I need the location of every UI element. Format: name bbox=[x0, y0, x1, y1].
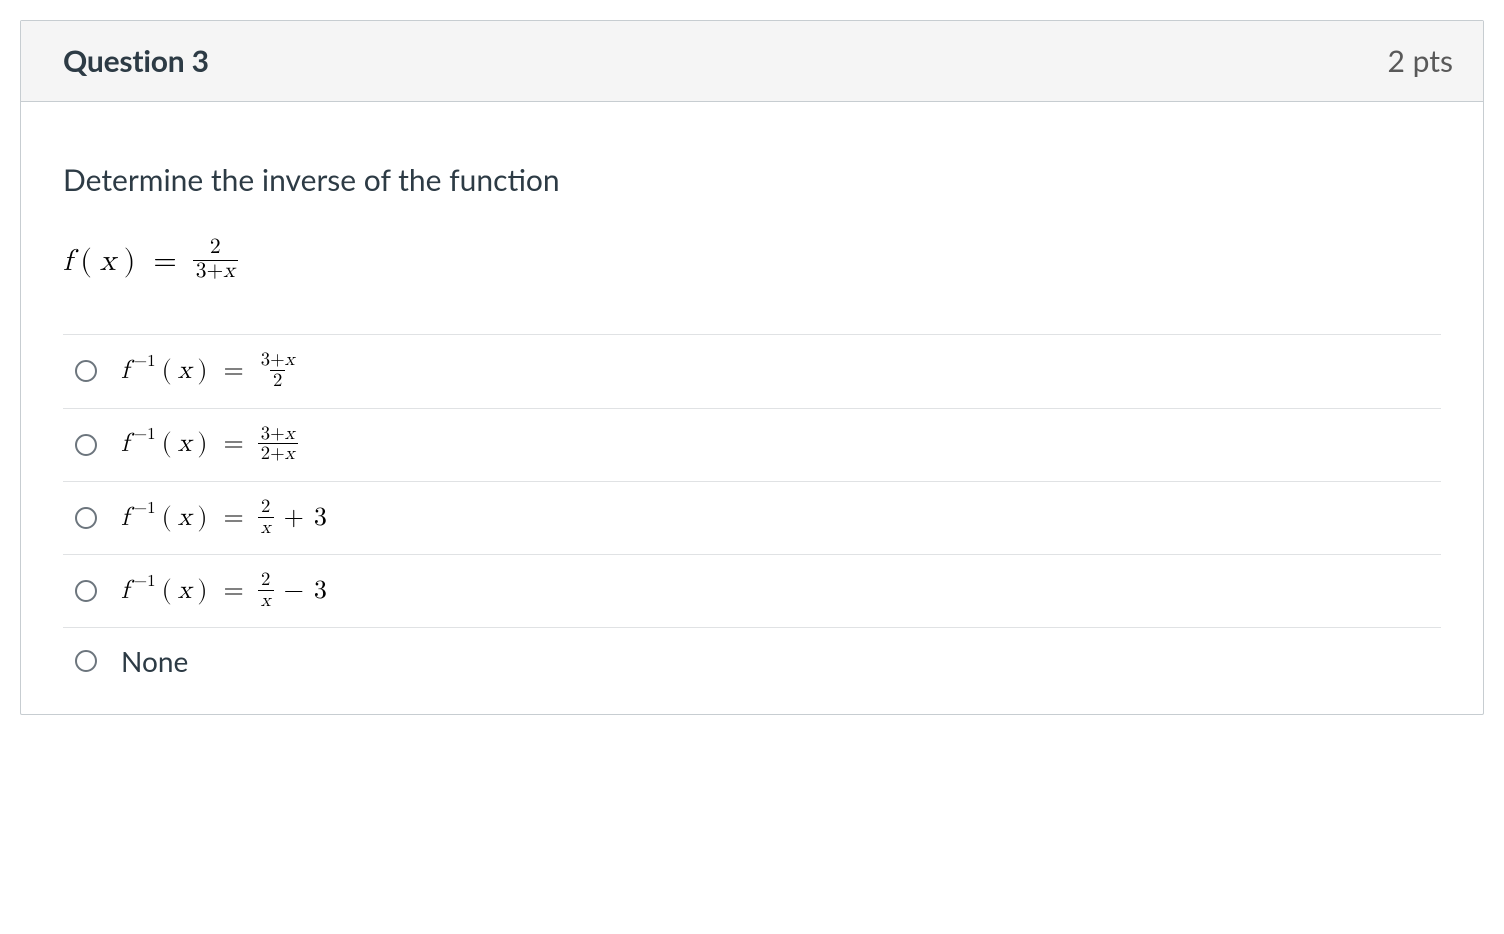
question-card: Question 3 2 pts Determine the inverse o… bbox=[20, 20, 1484, 715]
function-definition: f ( x ) = 2 3+x bbox=[63, 238, 1441, 284]
answer-option[interactable]: f−1 (x) = 3+x 2 bbox=[63, 335, 1441, 408]
answer-content: None bbox=[121, 644, 188, 678]
question-points: 2 pts bbox=[1388, 43, 1453, 79]
answer-option[interactable]: None bbox=[63, 628, 1441, 704]
radio-icon[interactable] bbox=[75, 650, 97, 672]
answer-content: f−1 (x) = 3+x 2+x bbox=[121, 425, 298, 465]
close-paren: ) bbox=[122, 243, 138, 279]
question-prompt: Determine the inverse of the function bbox=[63, 162, 1441, 198]
fraction: 2 3+x bbox=[193, 237, 238, 283]
answer-content: f−1 (x) = 3+x 2 bbox=[121, 351, 298, 391]
question-body: Determine the inverse of the function f … bbox=[21, 102, 1483, 714]
question-header: Question 3 2 pts bbox=[21, 21, 1483, 102]
fraction-numerator: 2 bbox=[207, 237, 224, 260]
function-symbol: f bbox=[63, 243, 72, 279]
radio-icon[interactable] bbox=[75, 360, 97, 382]
question-title: Question 3 bbox=[63, 43, 209, 79]
open-paren: ( bbox=[78, 243, 94, 279]
radio-icon[interactable] bbox=[75, 580, 97, 602]
fraction-denominator: 3+x bbox=[193, 260, 238, 284]
answer-content: f−1 (x) = 2 x + 3 bbox=[121, 498, 327, 538]
variable-x: x bbox=[100, 243, 116, 279]
answer-option[interactable]: f−1 (x) = 2 x − 3 bbox=[63, 555, 1441, 628]
equals-sign: = bbox=[143, 243, 186, 279]
answer-content: f−1 (x) = 2 x − 3 bbox=[121, 571, 327, 611]
radio-icon[interactable] bbox=[75, 434, 97, 456]
answer-option[interactable]: f−1 (x) = 2 x + 3 bbox=[63, 482, 1441, 555]
radio-icon[interactable] bbox=[75, 507, 97, 529]
answer-option[interactable]: f−1 (x) = 3+x 2+x bbox=[63, 409, 1441, 482]
answers-list: f−1 (x) = 3+x 2 f−1 (x) = bbox=[63, 334, 1441, 704]
